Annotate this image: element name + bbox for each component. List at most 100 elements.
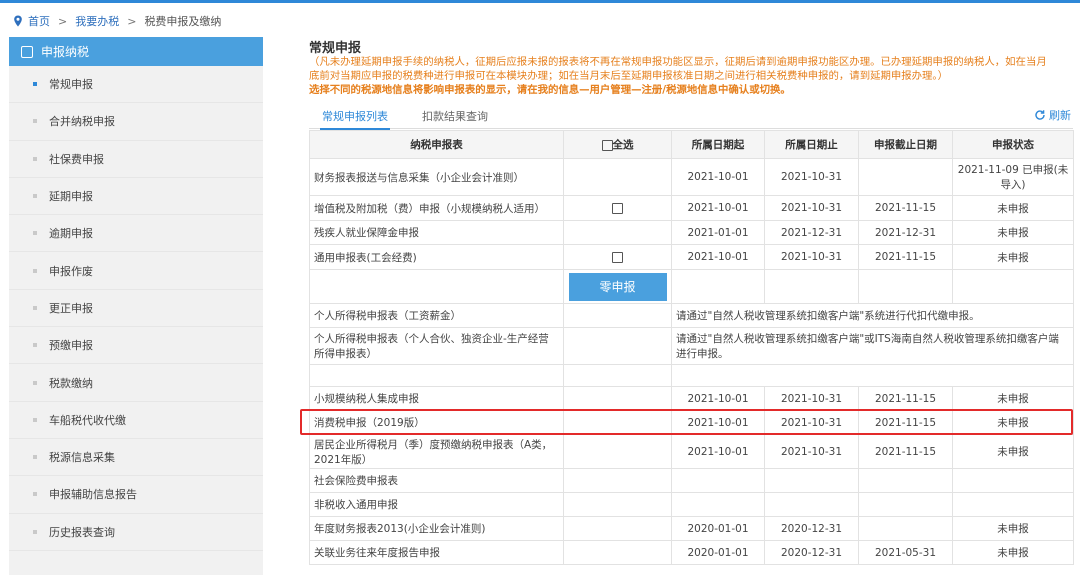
sidebar-item-vehicle-tax[interactable]: 车船税代收代缴: [9, 402, 263, 439]
sidebar-item-label: 税款缴纳: [49, 376, 93, 390]
sidebar-item-overdue-filing[interactable]: 逾期申报: [9, 215, 263, 253]
row-checkbox-cell: [563, 220, 672, 245]
tab-regular-list[interactable]: 常规申报列表: [320, 110, 390, 130]
empty-cell: [309, 269, 564, 304]
table-row[interactable]: 社会保险费申报表: [309, 468, 1074, 493]
row-start: 2021-10-01: [671, 434, 765, 469]
row-form-name[interactable]: 个人所得税申报表（工资薪金）: [309, 303, 564, 328]
row-status: 2021-11-09 已申报(未导入): [952, 158, 1074, 196]
empty-cell: [952, 269, 1074, 304]
breadcrumb-tax-services[interactable]: 我要办税: [75, 13, 119, 29]
row-end: 2021-10-31: [764, 244, 859, 270]
main-content: 常规申报 （凡未办理延期申报手续的纳税人，征期后应报未报的报表将不再在常规申报功…: [309, 37, 1074, 565]
tab-deduction-query[interactable]: 扣款结果查询: [422, 110, 488, 128]
row-form-name[interactable]: 居民企业所得税月（季）度预缴纳税申报表（A类，2021年版）: [309, 434, 564, 469]
sidebar-item-tax-source-info[interactable]: 税源信息采集: [9, 439, 263, 477]
sidebar-item-correction-filing[interactable]: 更正申报: [9, 290, 263, 328]
table-row[interactable]: 个人所得税申报表（个人合伙、独资企业-生产经营所得申报表） 请通过"自然人税收管…: [309, 327, 1074, 365]
breadcrumb-current: 税费申报及缴纳: [144, 15, 222, 28]
row-form-name[interactable]: 财务报表报送与信息采集（小企业会计准则）: [309, 158, 564, 196]
row-checkbox[interactable]: [612, 202, 623, 214]
row-deadline: [858, 158, 953, 196]
square-icon: [21, 45, 33, 58]
sidebar-item-label: 申报辅助信息报告: [49, 488, 137, 502]
row-end: [764, 492, 859, 517]
row-form-name[interactable]: 小规模纳税人集成申报: [309, 386, 564, 411]
row-status: 未申报: [952, 195, 1074, 221]
row-status: 未申报: [952, 516, 1074, 541]
sidebar-item-label: 历史报表查询: [49, 525, 115, 539]
row-start: 2021-10-01: [671, 158, 765, 196]
sidebar-item-history-query[interactable]: 历史报表查询: [9, 514, 263, 551]
row-form-name[interactable]: 非税收入通用申报: [309, 492, 564, 517]
table-row[interactable]: 年度财务报表2013(小企业会计准则) 2020-01-01 2020-12-3…: [309, 516, 1074, 541]
sidebar-item-regular-filing[interactable]: 常规申报: [9, 66, 263, 104]
sidebar-header-label: 申报纳税: [41, 45, 90, 59]
zero-filing-row: 零申报: [309, 269, 1074, 304]
sidebar-item-social-insurance[interactable]: 社保费申报: [9, 141, 263, 178]
row-form-name[interactable]: 个人所得税申报表（个人合伙、独资企业-生产经营所得申报表）: [309, 327, 564, 365]
row-checkbox-cell: [563, 303, 672, 328]
row-form-name[interactable]: 残疾人就业保障金申报: [309, 220, 564, 245]
row-form-name[interactable]: 增值税及附加税（费）申报（小规模纳税人适用）: [309, 195, 564, 221]
page-title: 常规申报: [309, 41, 362, 56]
row-end: 2020-12-31: [764, 540, 859, 565]
empty-cell: [858, 269, 953, 304]
refresh-icon: [1035, 110, 1045, 120]
sidebar-item-deferred-filing[interactable]: 延期申报: [9, 178, 263, 216]
row-checkbox[interactable]: [612, 251, 623, 263]
select-all-checkbox[interactable]: [601, 139, 613, 151]
row-checkbox-cell: [563, 327, 672, 365]
sidebar-item-label: 社保费申报: [49, 152, 104, 166]
sidebar-header[interactable]: 申报纳税: [9, 37, 263, 66]
row-message: 请通过"自然人税收管理系统扣缴客户端"或ITS海南自然人税收管理系统扣缴客户端进…: [671, 327, 1074, 365]
spacer-row: [309, 364, 1074, 387]
table-row[interactable]: 增值税及附加税（费）申报（小规模纳税人适用） 2021-10-01 2021-1…: [309, 195, 1074, 221]
refresh-button[interactable]: 刷新: [1034, 107, 1071, 123]
row-start: 2021-10-01: [671, 386, 765, 411]
row-start: 2020-01-01: [671, 516, 765, 541]
sidebar-item-tax-payment[interactable]: 税款缴纳: [9, 364, 263, 402]
table-row[interactable]: 财务报表报送与信息采集（小企业会计准则） 2021-10-01 2021-10-…: [309, 158, 1074, 196]
row-end: 2021-10-31: [764, 158, 859, 196]
table-row[interactable]: 个人所得税申报表（工资薪金） 请通过"自然人税收管理系统扣缴客户端"系统进行代扣…: [309, 303, 1074, 328]
row-form-name[interactable]: 年度财务报表2013(小企业会计准则): [309, 516, 564, 541]
table-row[interactable]: 残疾人就业保障金申报 2021-01-01 2021-12-31 2021-12…: [309, 220, 1074, 245]
bullet-icon: [33, 417, 37, 422]
header-status: 申报状态: [952, 130, 1074, 159]
row-end: 2021-10-31: [764, 195, 859, 221]
table-row[interactable]: 关联业务往来年度报告申报 2020-01-01 2020-12-31 2021-…: [309, 540, 1074, 565]
sidebar-item-label: 合并纳税申报: [49, 115, 115, 129]
row-message: 请通过"自然人税收管理系统扣缴客户端"系统进行代扣代缴申报。: [671, 303, 1074, 328]
row-status: 未申报: [952, 244, 1074, 270]
row-start: 2021-10-01: [671, 244, 765, 270]
row-form-name[interactable]: 关联业务往来年度报告申报: [309, 540, 564, 565]
row-deadline: 2021-11-15: [858, 386, 953, 411]
breadcrumb-home[interactable]: 首页: [28, 13, 50, 29]
row-checkbox-cell: [563, 516, 672, 541]
empty-cell: [671, 269, 765, 304]
sidebar-item-void-filing[interactable]: 申报作废: [9, 252, 263, 290]
row-deadline: [858, 516, 953, 541]
sidebar: 申报纳税 常规申报 合并纳税申报 社保费申报 延期申报 逾期申报 申报作废 更正…: [9, 37, 263, 575]
top-accent-line: [0, 0, 1080, 3]
sidebar-item-auxiliary-report[interactable]: 申报辅助信息报告: [9, 476, 263, 514]
select-all-label: 全选: [612, 139, 634, 151]
row-checkbox-cell: [563, 540, 672, 565]
sidebar-item-consolidated-filing[interactable]: 合并纳税申报: [9, 103, 263, 141]
table-row[interactable]: 通用申报表(工会经费) 2021-10-01 2021-10-31 2021-1…: [309, 244, 1074, 270]
row-start: [671, 492, 765, 517]
table-row[interactable]: 小规模纳税人集成申报 2021-10-01 2021-10-31 2021-11…: [309, 386, 1074, 411]
zero-filing-button[interactable]: 零申报: [568, 272, 667, 301]
row-end: [764, 468, 859, 493]
table-row[interactable]: 非税收入通用申报: [309, 492, 1074, 517]
row-status: [952, 468, 1074, 493]
row-form-name[interactable]: 通用申报表(工会经费): [309, 244, 564, 270]
row-form-name[interactable]: 社会保险费申报表: [309, 468, 564, 493]
sidebar-item-prepayment-filing[interactable]: 预缴申报: [9, 327, 263, 365]
table-row[interactable]: 居民企业所得税月（季）度预缴纳税申报表（A类，2021年版） 2021-10-0…: [309, 434, 1074, 469]
row-start: [671, 468, 765, 493]
header-select-all[interactable]: 全选: [563, 130, 672, 159]
header-end-date: 所属日期止: [764, 130, 859, 159]
row-status: 未申报: [952, 540, 1074, 565]
